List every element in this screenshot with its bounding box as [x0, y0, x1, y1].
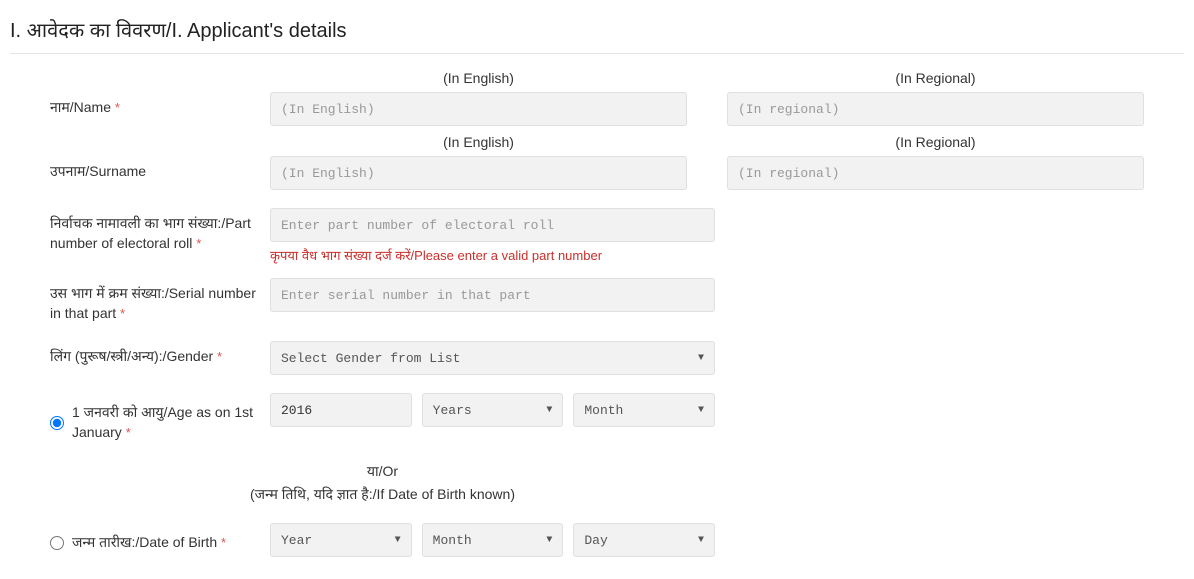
or-separator: या/Or (जन्म तिथि, यदि ज्ञात है:/If Date … — [50, 460, 715, 505]
dob-year-select[interactable]: Year ▼ — [270, 523, 412, 557]
part-number-label-text: निर्वाचक नामावली का भाग संख्या:/Part num… — [50, 215, 251, 251]
name-label: नाम/Name * — [50, 92, 270, 118]
required-mark: * — [126, 425, 131, 440]
dob-day-select-value: Day — [584, 533, 607, 548]
dob-month-select[interactable]: Month ▼ — [422, 523, 564, 557]
age-radio[interactable] — [50, 416, 64, 430]
surname-label: उपनाम/Surname — [50, 156, 270, 182]
part-number-row: निर्वाचक नामावली का भाग संख्या:/Part num… — [50, 208, 1144, 264]
chevron-down-icon: ▼ — [395, 535, 401, 546]
serial-number-row: उस भाग में क्रम संख्या:/Serial number in… — [50, 278, 1144, 323]
applicant-form: (In English) (In Regional) नाम/Name * (I… — [10, 70, 1184, 557]
age-label: 1 जनवरी को आयु/Age as on 1st January * — [72, 403, 270, 442]
header-english-2: (In English) — [270, 134, 687, 150]
required-mark: * — [120, 306, 125, 321]
chevron-down-icon: ▼ — [698, 353, 704, 364]
part-number-input[interactable] — [270, 208, 715, 242]
chevron-down-icon: ▼ — [698, 535, 704, 546]
name-english-input[interactable] — [270, 92, 687, 126]
gender-select-value: Select Gender from List — [281, 351, 460, 366]
required-mark: * — [221, 535, 226, 550]
header-english: (In English) — [270, 70, 687, 86]
chevron-down-icon: ▼ — [698, 405, 704, 416]
dob-month-select-value: Month — [433, 533, 472, 548]
surname-row: उपनाम/Surname — [50, 156, 1144, 190]
age-label-text: 1 जनवरी को आयु/Age as on 1st January — [72, 404, 253, 440]
required-mark: * — [115, 100, 120, 115]
serial-number-label: उस भाग में क्रम संख्या:/Serial number in… — [50, 278, 270, 323]
age-years-select[interactable]: Years ▼ — [422, 393, 564, 427]
age-row: 1 जनवरी को आयु/Age as on 1st January * Y… — [50, 393, 1144, 442]
part-number-label: निर्वाचक नामावली का भाग संख्या:/Part num… — [50, 208, 270, 253]
dob-label-text: जन्म तारीख:/Date of Birth — [72, 534, 217, 550]
surname-regional-input[interactable] — [727, 156, 1144, 190]
required-mark: * — [217, 349, 222, 364]
dob-day-select[interactable]: Day ▼ — [573, 523, 715, 557]
gender-label: लिंग (पुरूष/स्त्री/अन्य):/Gender * — [50, 341, 270, 367]
age-month-select[interactable]: Month ▼ — [573, 393, 715, 427]
part-number-error: कृपया वैध भाग संख्या दर्ज करें/Please en… — [270, 246, 715, 264]
dob-label: जन्म तारीख:/Date of Birth * — [72, 533, 226, 553]
header-regional: (In Regional) — [727, 70, 1144, 86]
chevron-down-icon: ▼ — [546, 535, 552, 546]
surname-english-input[interactable] — [270, 156, 687, 190]
serial-number-label-text: उस भाग में क्रम संख्या:/Serial number in… — [50, 285, 256, 321]
name-row: नाम/Name * — [50, 92, 1144, 126]
age-years-select-value: Years — [433, 403, 472, 418]
section-title: I. आवेदक का विवरण/I. Applicant's details — [10, 10, 1184, 54]
column-headers: (In English) (In Regional) — [50, 70, 1144, 86]
gender-select[interactable]: Select Gender from List ▼ — [270, 341, 715, 375]
dob-year-select-value: Year — [281, 533, 312, 548]
serial-number-input[interactable] — [270, 278, 715, 312]
or-text: या/Or — [50, 460, 715, 482]
dob-radio[interactable] — [50, 536, 64, 550]
chevron-down-icon: ▼ — [546, 405, 552, 416]
header-regional-2: (In Regional) — [727, 134, 1144, 150]
gender-label-text: लिंग (पुरूष/स्त्री/अन्य):/Gender — [50, 348, 213, 364]
name-label-text: नाम/Name — [50, 99, 111, 115]
name-regional-input[interactable] — [727, 92, 1144, 126]
age-month-select-value: Month — [584, 403, 623, 418]
dob-row: जन्म तारीख:/Date of Birth * Year ▼ Month… — [50, 523, 1144, 557]
age-year-input[interactable] — [270, 393, 412, 427]
column-headers-2: (In English) (In Regional) — [50, 134, 1144, 150]
or-subtext: (जन्म तिथि, यदि ज्ञात है:/If Date of Bir… — [50, 483, 715, 505]
gender-row: लिंग (पुरूष/स्त्री/अन्य):/Gender * Selec… — [50, 341, 1144, 375]
required-mark: * — [196, 236, 201, 251]
